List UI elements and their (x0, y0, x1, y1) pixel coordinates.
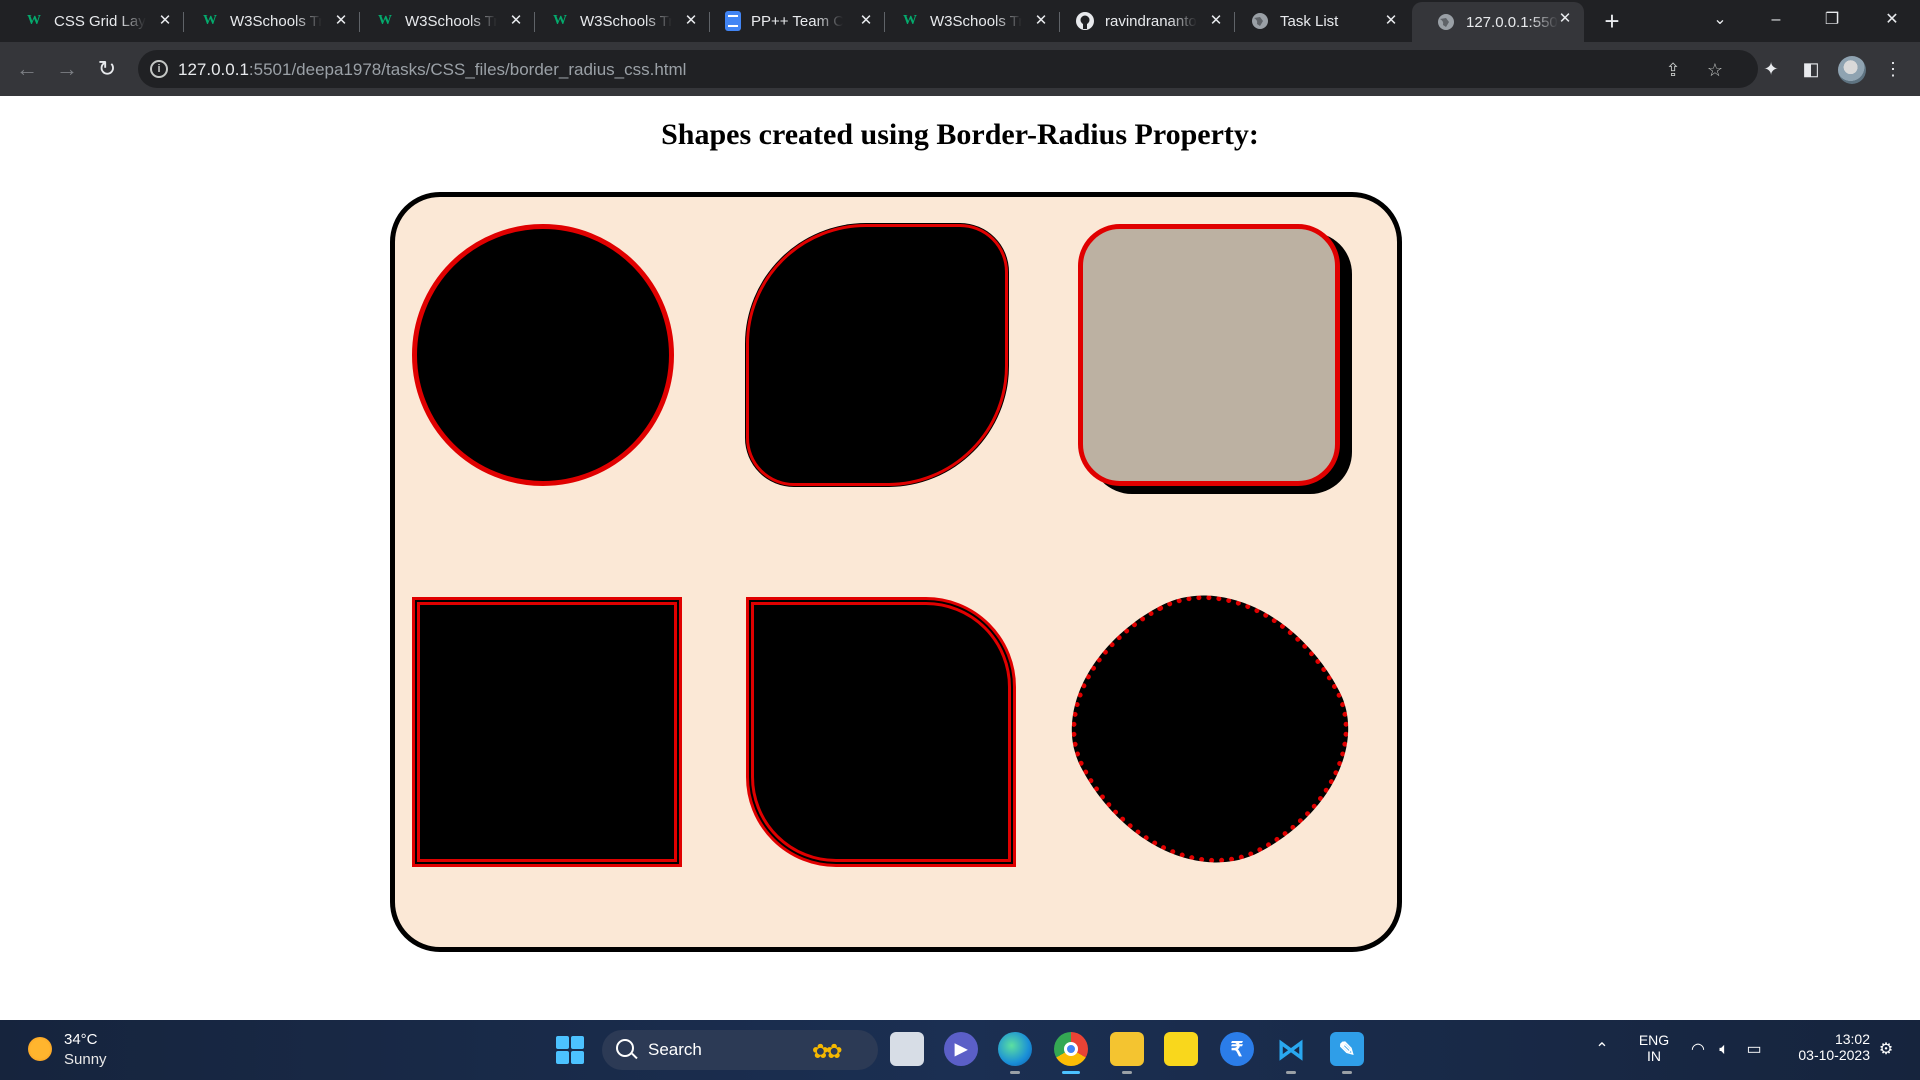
globe-icon (1250, 11, 1270, 31)
chevron-up-icon[interactable]: ⌃ (1590, 1038, 1614, 1062)
url-text[interactable]: 127.0.0.1:5501/deepa1978/tasks/CSS_files… (178, 60, 686, 80)
tab-strip: W CSS Grid Layout ✕ W W3Schools Tryit ✕ … (0, 0, 1920, 42)
tab-title: PP++ Team Collab (751, 12, 843, 30)
shapes-container (390, 192, 1402, 952)
extensions-puzzle-icon[interactable]: ✦ (1756, 54, 1786, 84)
tab-title: W3Schools Tryit (580, 12, 672, 30)
page-viewport: Shapes created using Border-Radius Prope… (0, 96, 1920, 1020)
w3schools-icon: W (203, 13, 217, 28)
close-icon[interactable]: ✕ (682, 12, 700, 30)
dotted-ellipse-shape (1031, 550, 1389, 908)
page-heading: Shapes created using Border-Radius Prope… (661, 118, 1259, 151)
tab-w3schools-2[interactable]: W W3Schools Tryit ✕ (351, 4, 535, 38)
weather-condition[interactable]: Sunny (64, 1051, 107, 1068)
w3schools-icon: W (903, 13, 917, 28)
close-icon[interactable]: ✕ (332, 12, 350, 30)
sticky-notes-icon[interactable] (1164, 1032, 1198, 1066)
restore-button[interactable]: ❐ (1804, 0, 1860, 42)
tab-css-grid[interactable]: W CSS Grid Layout ✕ (0, 4, 184, 38)
circle-shape (412, 224, 674, 486)
github-icon (1075, 11, 1095, 31)
url-host: 127.0.0.1 (178, 60, 249, 79)
w3schools-icon: W (378, 13, 392, 28)
file-explorer-icon[interactable] (1110, 1032, 1144, 1074)
new-tab-button[interactable]: + (1596, 4, 1628, 38)
rounded-square-shape (1078, 224, 1340, 486)
sun-icon[interactable] (28, 1037, 52, 1061)
square-double-border-shape (412, 597, 682, 867)
notifications-icon[interactable]: ⚙ (1874, 1038, 1898, 1062)
leaf-double-border-shape (746, 597, 1016, 867)
wifi-icon[interactable]: ◠ (1686, 1038, 1710, 1062)
weather-temperature[interactable]: 34°C (64, 1031, 98, 1048)
w3schools-icon: W (553, 13, 567, 28)
bookmark-star-icon[interactable]: ☆ (1704, 59, 1726, 81)
close-icon[interactable]: ✕ (1556, 10, 1574, 28)
close-icon[interactable]: ✕ (507, 12, 525, 30)
globe-icon (1436, 12, 1456, 32)
language-code: ENG (1638, 1032, 1670, 1048)
chrome-icon[interactable] (1054, 1032, 1088, 1074)
tab-w3schools-1[interactable]: W W3Schools Tryit ✕ (176, 4, 360, 38)
vscode-icon[interactable]: ⋈ (1274, 1032, 1308, 1074)
close-icon[interactable]: ✕ (156, 12, 174, 30)
w3schools-icon: W (27, 13, 41, 28)
teams-chat-icon[interactable]: ▶ (944, 1032, 978, 1066)
windows-taskbar: 34°C Sunny Search ✿✿ ▶ ₹ ⋈ ✎ ⌃ ENG IN ◠ … (0, 1020, 1920, 1080)
search-label: Search (648, 1040, 702, 1059)
tab-title: 127.0.0.1:5501 (1466, 13, 1558, 31)
tab-w3schools-4[interactable]: W W3Schools Tryit ✕ (876, 4, 1060, 38)
close-icon[interactable]: ✕ (857, 12, 875, 30)
tab-team-doc[interactable]: PP++ Team Collab ✕ (701, 4, 885, 38)
clock-time: 13:02 (1834, 1031, 1870, 1047)
tab-task-list[interactable]: Task List ✕ (1226, 4, 1410, 38)
side-panel-icon[interactable]: ◧ (1796, 54, 1826, 84)
battery-icon[interactable]: ▭ (1742, 1038, 1766, 1062)
app-blue-icon[interactable]: ₹ (1220, 1032, 1254, 1066)
clock[interactable]: 13:02 03-10-2023 (1780, 1020, 1870, 1080)
back-arrow-icon[interactable]: ← (12, 54, 42, 84)
tab-w3schools-3[interactable]: W W3Schools Tryit ✕ (526, 4, 710, 38)
language-indicator[interactable]: ENG IN (1634, 1020, 1674, 1080)
tab-title: W3Schools Tryit (930, 12, 1022, 30)
share-icon[interactable]: ⇪ (1662, 59, 1684, 81)
site-info-icon[interactable]: i (150, 60, 168, 78)
url-path: :5501/deepa1978/tasks/CSS_files/border_r… (248, 60, 687, 79)
tab-active-localhost[interactable]: 127.0.0.1:5501 ✕ (1412, 2, 1584, 42)
leaf-shape (746, 224, 1008, 486)
close-icon[interactable]: ✕ (1382, 12, 1400, 30)
menu-kebab-icon[interactable]: ⋮ (1878, 54, 1908, 84)
tab-title: Task List (1280, 12, 1339, 30)
search-highlight-icon: ✿✿ (812, 1041, 842, 1063)
windows-start-icon[interactable] (556, 1036, 584, 1064)
taskbar-search[interactable]: Search ✿✿ (602, 1030, 878, 1070)
browser-toolbar: ← → ↻ i 127.0.0.1:5501/deepa1978/tasks/C… (0, 42, 1920, 96)
region-code: IN (1647, 1048, 1661, 1064)
tab-title: ravindranantotal (1105, 12, 1197, 30)
task-view-icon[interactable] (890, 1032, 924, 1066)
close-window-button[interactable]: ✕ (1864, 0, 1920, 42)
tab-title: CSS Grid Layout (54, 12, 146, 30)
profile-avatar[interactable] (1838, 56, 1866, 84)
edge-icon[interactable] (998, 1032, 1032, 1074)
clock-date: 03-10-2023 (1798, 1047, 1870, 1063)
tab-title: W3Schools Tryit (405, 12, 497, 30)
tab-github[interactable]: ravindranantotal ✕ (1051, 4, 1235, 38)
tab-search-chevron-icon[interactable]: ⌄ (1692, 0, 1748, 42)
close-icon[interactable]: ✕ (1032, 12, 1050, 30)
volume-icon[interactable]: 🔈︎ (1712, 1038, 1736, 1062)
minimize-button[interactable]: – (1748, 0, 1804, 42)
reload-icon[interactable]: ↻ (92, 54, 122, 84)
search-icon (616, 1039, 634, 1057)
close-icon[interactable]: ✕ (1207, 12, 1225, 30)
forward-arrow-icon[interactable]: → (52, 54, 82, 84)
paint-icon[interactable]: ✎ (1330, 1032, 1364, 1074)
google-docs-icon (725, 11, 741, 31)
tab-title: W3Schools Tryit (230, 12, 322, 30)
address-bar[interactable]: i 127.0.0.1:5501/deepa1978/tasks/CSS_fil… (138, 50, 1758, 88)
